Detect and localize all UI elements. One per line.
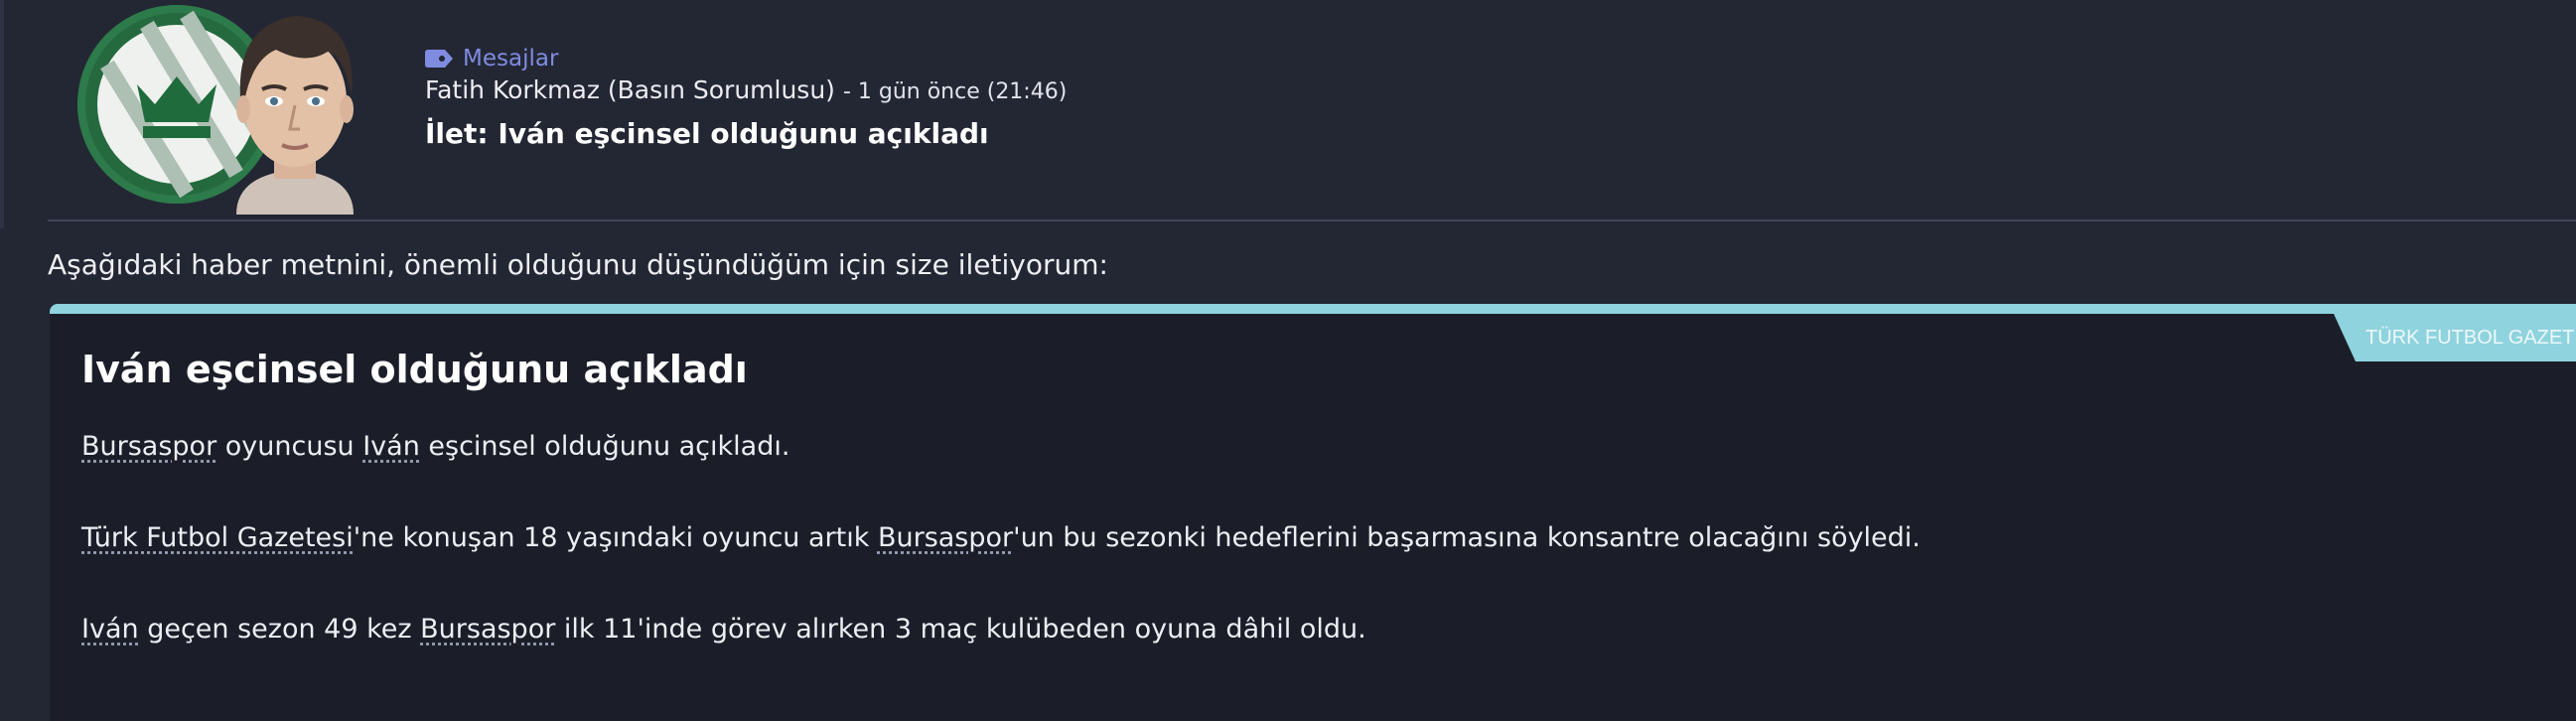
paragraph-text: 'ne konuşan 18 yaşındaki oyuncu artık <box>353 522 878 553</box>
message-subject: İlet: Iván eşcinsel olduğunu açıkladı <box>425 117 989 150</box>
newspaper-link[interactable]: Türk Futbol Gazetesi <box>81 522 354 553</box>
club-link[interactable]: Bursaspor <box>420 614 555 645</box>
article-paragraph-3: Iván geçen sezon 49 kez Bursaspor ilk 11… <box>81 614 1366 645</box>
news-source-tab: TÜRK FUTBOL GAZETESİ <box>2334 314 2576 361</box>
sender-row: Fatih Korkmaz (Basın Sorumlusu) - 1 gün … <box>425 75 1067 111</box>
paragraph-text: 'un bu sezonki hedeflerini başarmasına k… <box>1013 522 1921 553</box>
article-title: Iván eşcinsel olduğunu açıkladı <box>81 348 748 391</box>
paragraph-text: geçen sezon 49 kez <box>138 614 421 645</box>
header-divider <box>48 219 2576 221</box>
message-intro: Aşağıdaki haber metnini, önemli olduğunu… <box>48 248 1108 281</box>
article-paragraph-2: Türk Futbol Gazetesi'ne konuşan 18 yaşın… <box>81 522 1921 553</box>
tag-icon <box>425 50 453 68</box>
message-time: - 1 gün önce (21:46) <box>842 79 1068 104</box>
message-header: Mesajlar Fatih Korkmaz (Basın Sorumlusu)… <box>0 0 2576 220</box>
paragraph-text: oyuncusu <box>216 431 363 462</box>
paragraph-text: eşcinsel olduğunu açıkladı. <box>419 431 790 462</box>
message-meta: Mesajlar Fatih Korkmaz (Basın Sorumlusu)… <box>425 42 1067 150</box>
club-link[interactable]: Bursaspor <box>878 522 1013 553</box>
player-link[interactable]: Iván <box>362 431 420 462</box>
article-paragraph-1: Bursaspor oyuncusu Iván eşcinsel olduğun… <box>81 431 789 462</box>
player-link[interactable]: Iván <box>81 614 139 645</box>
news-article-card: TÜRK FUTBOL GAZETESİ Iván eşcinsel olduğ… <box>50 304 2576 721</box>
category-row[interactable]: Mesajlar <box>425 42 1067 75</box>
sender-name[interactable]: Fatih Korkmaz (Basın Sorumlusu) <box>425 75 835 104</box>
category-label[interactable]: Mesajlar <box>463 46 558 72</box>
club-link[interactable]: Bursaspor <box>81 431 216 462</box>
player-avatar-icon[interactable] <box>216 6 373 220</box>
paragraph-text: ilk 11'inde görev alırken 3 maç kulübede… <box>555 614 1366 645</box>
